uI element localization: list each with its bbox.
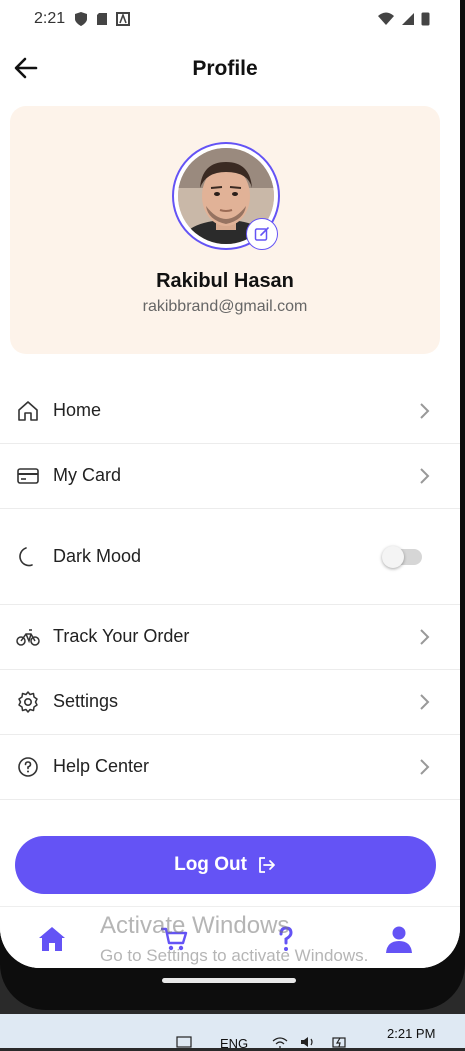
chevron-right-icon bbox=[420, 629, 430, 645]
logout-button[interactable]: Log Out bbox=[15, 836, 436, 894]
toggle-knob bbox=[382, 546, 404, 568]
gear-icon bbox=[18, 691, 38, 713]
menu-item-label: Home bbox=[53, 400, 102, 420]
wifi-icon bbox=[378, 12, 394, 25]
bicycle-icon bbox=[16, 629, 40, 646]
menu-item-label: Help Center bbox=[53, 756, 150, 776]
menu-item-label: Track Your Order bbox=[53, 626, 190, 646]
menu-item-dark-mode: Dark Mood bbox=[0, 509, 460, 605]
taskbar-clock[interactable]: 2:21 PM bbox=[387, 1026, 435, 1041]
tablet-icon[interactable] bbox=[176, 1036, 192, 1048]
taskbar-language[interactable]: ENG bbox=[220, 1036, 248, 1051]
menu-item-settings[interactable]: Settings bbox=[0, 670, 460, 735]
battery-icon bbox=[421, 12, 430, 26]
chevron-right-icon bbox=[420, 759, 430, 775]
nav-user-icon[interactable] bbox=[383, 923, 415, 955]
home-indicator[interactable] bbox=[162, 978, 296, 983]
shield-icon bbox=[75, 12, 87, 26]
battery-charging-icon[interactable] bbox=[332, 1036, 348, 1048]
wifi-icon[interactable] bbox=[272, 1036, 288, 1048]
status-notification-icons bbox=[74, 11, 130, 27]
profile-card: Rakibul Hasan rakibbrand@gmail.com bbox=[10, 106, 440, 354]
page-title: Profile bbox=[192, 57, 258, 80]
status-bar: 2:21 bbox=[0, 0, 460, 40]
home-icon bbox=[18, 401, 38, 421]
logout-label: Log Out bbox=[174, 854, 247, 875]
profile-email: rakibbrand@gmail.com bbox=[142, 298, 308, 315]
sd-card-icon bbox=[97, 13, 107, 25]
profile-name: Rakibul Hasan bbox=[156, 270, 294, 292]
watermark-subtitle: Go to Settings to activate Windows. bbox=[100, 946, 369, 965]
a-icon bbox=[116, 12, 130, 26]
app-header: Profile bbox=[0, 40, 460, 96]
card-icon bbox=[17, 468, 39, 484]
status-system-icons bbox=[377, 11, 430, 26]
menu-item-help-center[interactable]: Help Center bbox=[0, 735, 460, 800]
watermark-title: Activate Windows bbox=[100, 912, 290, 939]
app-screen: 2:21 Profile Rakibul Hasan rakibbrand@gm… bbox=[0, 0, 460, 968]
windows-taskbar: ENG 2:21 PM bbox=[0, 1014, 465, 1051]
moon-icon bbox=[19, 547, 33, 567]
signal-icon bbox=[402, 12, 414, 25]
edit-icon bbox=[254, 227, 269, 241]
edit-avatar-button[interactable] bbox=[246, 218, 278, 250]
menu-item-home[interactable]: Home bbox=[0, 379, 460, 444]
chevron-right-icon bbox=[420, 468, 430, 484]
speaker-icon[interactable] bbox=[300, 1036, 316, 1048]
menu-item-my-card[interactable]: My Card bbox=[0, 444, 460, 509]
chevron-right-icon bbox=[420, 694, 430, 710]
help-icon bbox=[18, 757, 38, 777]
menu-item-track-order[interactable]: Track Your Order bbox=[0, 605, 460, 670]
logout-icon bbox=[259, 857, 275, 873]
menu-item-label: Settings bbox=[53, 691, 119, 711]
chevron-right-icon bbox=[420, 403, 430, 419]
menu-item-label: My Card bbox=[53, 465, 122, 485]
status-time: 2:21 bbox=[34, 10, 66, 27]
dark-mode-toggle[interactable] bbox=[382, 546, 422, 568]
phone-frame: 2:21 Profile Rakibul Hasan rakibbrand@gm… bbox=[0, 0, 465, 1010]
menu-item-label: Dark Mood bbox=[53, 546, 142, 566]
nav-home-icon[interactable] bbox=[36, 923, 68, 955]
